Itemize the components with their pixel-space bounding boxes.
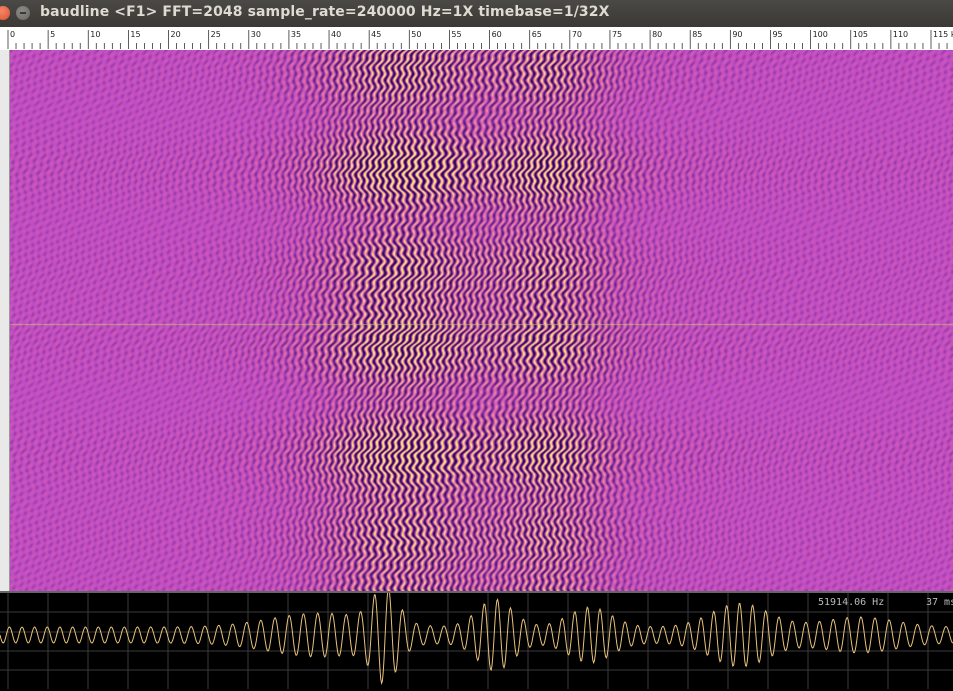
ruler-tick-label: 35: [291, 30, 301, 39]
window-title: baudline <F1> FFT=2048 sample_rate=24000…: [40, 4, 610, 20]
frequency-readout: 51914.06 Hz: [818, 597, 885, 608]
waveform-scope[interactable]: 51914.06 Hz 37 ms: [0, 591, 953, 691]
ruler-tick-label: 55: [451, 30, 461, 39]
ruler-tick-label: 70: [572, 30, 582, 39]
ruler-tick-label: 110: [893, 30, 908, 39]
ruler-tick-label: 100: [813, 30, 828, 39]
ruler-tick-label: 25: [211, 30, 221, 39]
time-readout: 37 ms: [926, 597, 953, 608]
spectrogram-display[interactable]: [0, 50, 953, 591]
ruler-tick-label: 65: [532, 30, 542, 39]
ruler-tick-label: 85: [692, 30, 702, 39]
ruler-tick-label: 10: [90, 30, 100, 39]
frequency-ruler[interactable]: 0 5 10 15 20 25 30 35 40 45 50 55 60 65 70 75 80 85 90 95 10…: [0, 27, 953, 51]
ruler-tick-label: 60: [492, 30, 502, 39]
spectrogram-canvas[interactable]: [0, 50, 953, 591]
ruler-tick-label: 50: [411, 30, 421, 39]
ruler-tick-label: 40: [331, 30, 341, 39]
ruler-tick-label: 105: [853, 30, 868, 39]
window-titlebar: baudline <F1> FFT=2048 sample_rate=24000…: [0, 0, 953, 27]
ruler-tick-label: 75: [612, 30, 622, 39]
close-icon[interactable]: [0, 6, 10, 20]
frequency-ruler-scale: 0 5 10 15 20 25 30 35 40 45 50 55 60 65 70 75 80 85 90 95 10…: [7, 30, 953, 49]
ruler-tick-label: 45: [371, 30, 381, 39]
minimize-icon[interactable]: [16, 6, 30, 20]
ruler-tick-label: 90: [732, 30, 742, 39]
ruler-tick-label: 95: [772, 30, 782, 39]
time-axis-strip: [0, 50, 10, 591]
ruler-tick-label: 115 kHz: [933, 30, 953, 39]
ruler-tick-label: 30: [251, 30, 261, 39]
ruler-tick-label: 5: [50, 30, 55, 39]
ruler-tick-label: 80: [652, 30, 662, 39]
ruler-tick-label: 0: [10, 30, 15, 39]
ruler-tick-label: 15: [130, 30, 140, 39]
ruler-tick-label: 20: [171, 30, 181, 39]
waveform-plot: [0, 593, 953, 689]
